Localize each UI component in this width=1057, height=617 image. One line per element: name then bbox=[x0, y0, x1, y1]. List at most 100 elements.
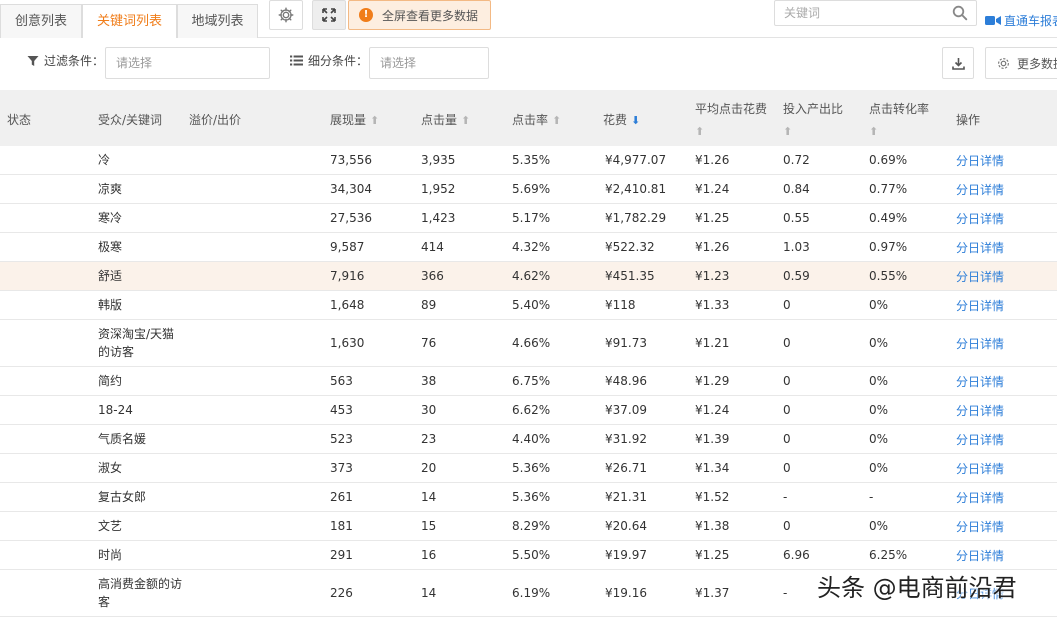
keyword-cell: 简约 bbox=[98, 374, 123, 388]
header-impressions[interactable]: 展现量 ⬆ bbox=[330, 111, 379, 128]
header-roi[interactable]: 投入产出比 ⬆ bbox=[783, 100, 843, 138]
daily-detail-link[interactable]: 分日详情 bbox=[956, 204, 1004, 232]
daily-detail-link[interactable]: 分日详情 bbox=[956, 262, 1004, 290]
cost-cell: ¥19.16 bbox=[605, 586, 647, 600]
download-button[interactable] bbox=[942, 47, 974, 79]
table-row: 冷 73,556 3,935 5.35% ¥4,977.07 ¥1.26 0.7… bbox=[0, 146, 1057, 175]
keyword-cell: 寒冷 bbox=[98, 211, 123, 225]
impressions-cell: 9,587 bbox=[330, 240, 365, 254]
cpc-cell: ¥1.26 bbox=[695, 240, 730, 254]
header-keyword: 受众/关键词 bbox=[98, 113, 163, 127]
header-cost[interactable]: 花费 ⬇ bbox=[603, 111, 640, 128]
tab-creative-list[interactable]: 创意列表 bbox=[0, 4, 82, 38]
keyword-cell: 文艺 bbox=[98, 519, 123, 533]
cpc-cell: ¥1.25 bbox=[695, 548, 730, 562]
keyword-cell: 高消费金额的访客 bbox=[98, 577, 183, 609]
ctr-cell: 5.50% bbox=[512, 548, 551, 562]
table-row: 淑女 373 20 5.36% ¥26.71 ¥1.34 0 0% 分日详情 bbox=[0, 454, 1057, 483]
daily-detail-link[interactable]: 分日详情 bbox=[956, 483, 1004, 511]
cvr-cell: 0% bbox=[869, 336, 889, 350]
roi-cell: 0.84 bbox=[783, 182, 810, 196]
impressions-cell: 563 bbox=[330, 374, 353, 388]
roi-cell: 0 bbox=[783, 336, 791, 350]
filter-condition-select[interactable]: 请选择 bbox=[105, 47, 270, 79]
daily-detail-link[interactable]: 分日详情 bbox=[956, 233, 1004, 261]
sort-up-icon[interactable]: ⬆ bbox=[695, 125, 767, 138]
cpc-cell: ¥1.24 bbox=[695, 182, 730, 196]
daily-detail-link[interactable]: 分日详情 bbox=[956, 425, 1004, 453]
keyword-search bbox=[774, 0, 977, 26]
daily-detail-link[interactable]: 分日详情 bbox=[956, 396, 1004, 424]
cvr-cell: 0% bbox=[869, 432, 889, 446]
daily-detail-link[interactable]: 分日详情 bbox=[956, 291, 1004, 319]
ctr-cell: 5.40% bbox=[512, 298, 551, 312]
daily-detail-link[interactable]: 分日详情 bbox=[956, 146, 1004, 174]
notice-label: 全屏查看更多数据 bbox=[382, 8, 479, 23]
sort-down-icon[interactable]: ⬇ bbox=[631, 114, 640, 127]
more-data-button[interactable]: 更多数据 bbox=[985, 47, 1057, 79]
filter-condition-label: 过滤条件： bbox=[27, 52, 104, 69]
table-row: 气质名媛 523 23 4.40% ¥31.92 ¥1.39 0 0% 分日详情 bbox=[0, 425, 1057, 454]
fullscreen-notice[interactable]: ! 全屏查看更多数据 bbox=[348, 0, 491, 30]
impressions-cell: 27,536 bbox=[330, 211, 372, 225]
impressions-cell: 226 bbox=[330, 586, 353, 600]
clicks-cell: 414 bbox=[421, 240, 444, 254]
cpc-cell: ¥1.24 bbox=[695, 403, 730, 417]
keyword-cell: 凉爽 bbox=[98, 182, 123, 196]
expand-icon bbox=[322, 8, 336, 22]
sort-up-icon[interactable]: ⬆ bbox=[869, 125, 929, 138]
ctr-cell: 6.62% bbox=[512, 403, 551, 417]
roi-cell: - bbox=[783, 586, 788, 600]
tab-keyword-list[interactable]: 关键词列表 bbox=[82, 4, 177, 39]
daily-detail-link[interactable]: 分日详情 bbox=[956, 454, 1004, 482]
sub-condition-select[interactable]: 请选择 bbox=[369, 47, 489, 79]
ctr-cell: 5.35% bbox=[512, 153, 551, 167]
table-header: 状态 受众/关键词 溢价/出价 展现量 ⬆ 点击量 ⬆ 点击率 ⬆ 花费 ⬇ 平均点击花… bbox=[0, 90, 1057, 146]
report-link[interactable]: 直通车报表 bbox=[985, 12, 1057, 29]
cvr-cell: - bbox=[869, 490, 874, 504]
keyword-cell: 淑女 bbox=[98, 461, 123, 475]
roi-cell: - bbox=[783, 490, 788, 504]
cvr-cell: 0.97% bbox=[869, 240, 908, 254]
daily-detail-link[interactable]: 分日详情 bbox=[956, 367, 1004, 395]
daily-detail-link[interactable]: 分日详情 bbox=[956, 320, 1004, 366]
impressions-cell: 73,556 bbox=[330, 153, 372, 167]
sort-up-icon[interactable]: ⬆ bbox=[783, 125, 843, 138]
header-cpc[interactable]: 平均点击花费 ⬆ bbox=[695, 100, 767, 138]
roi-cell: 0 bbox=[783, 374, 791, 388]
cpc-cell: ¥1.29 bbox=[695, 374, 730, 388]
table-row-highlighted: 舒适 7,916 366 4.62% ¥451.35 ¥1.23 0.59 0.… bbox=[0, 262, 1057, 291]
header-bid: 溢价/出价 bbox=[189, 113, 242, 127]
header-clicks[interactable]: 点击量 ⬆ bbox=[421, 111, 470, 128]
daily-detail-link[interactable]: 分日详情 bbox=[956, 541, 1004, 569]
table-row: 寒冷 27,536 1,423 5.17% ¥1,782.29 ¥1.25 0.… bbox=[0, 204, 1057, 233]
clicks-cell: 366 bbox=[421, 269, 444, 283]
roi-cell: 0.59 bbox=[783, 269, 810, 283]
tab-region-list[interactable]: 地域列表 bbox=[177, 4, 258, 38]
cpc-cell: ¥1.37 bbox=[695, 586, 730, 600]
search-icon[interactable] bbox=[952, 5, 968, 21]
cpc-cell: ¥1.33 bbox=[695, 298, 730, 312]
cost-cell: ¥20.64 bbox=[605, 519, 647, 533]
sort-up-icon[interactable]: ⬆ bbox=[370, 114, 379, 127]
clicks-cell: 16 bbox=[421, 548, 437, 562]
ctr-cell: 4.66% bbox=[512, 336, 551, 350]
download-icon bbox=[951, 57, 965, 70]
header-ctr[interactable]: 点击率 ⬆ bbox=[512, 111, 561, 128]
clicks-cell: 20 bbox=[421, 461, 437, 475]
funnel-icon bbox=[27, 55, 39, 66]
top-tab-bar: 创意列表 关键词列表 地域列表 ! 全屏查看更多数据 直通车报表 bbox=[0, 0, 1057, 39]
search-input[interactable] bbox=[775, 1, 945, 25]
cost-cell: ¥26.71 bbox=[605, 461, 647, 475]
daily-detail-link[interactable]: 分日详情 bbox=[956, 512, 1004, 540]
header-action: 操作 bbox=[956, 113, 981, 127]
fullscreen-button[interactable] bbox=[312, 0, 346, 30]
ctr-cell: 5.69% bbox=[512, 182, 551, 196]
sort-up-icon[interactable]: ⬆ bbox=[552, 114, 561, 127]
sort-up-icon[interactable]: ⬆ bbox=[461, 114, 470, 127]
settings-button[interactable] bbox=[269, 0, 303, 30]
cvr-cell: 0% bbox=[869, 374, 889, 388]
header-cvr[interactable]: 点击转化率 ⬆ bbox=[869, 100, 929, 138]
daily-detail-link[interactable]: 分日详情 bbox=[956, 175, 1004, 203]
roi-cell: 0 bbox=[783, 432, 791, 446]
